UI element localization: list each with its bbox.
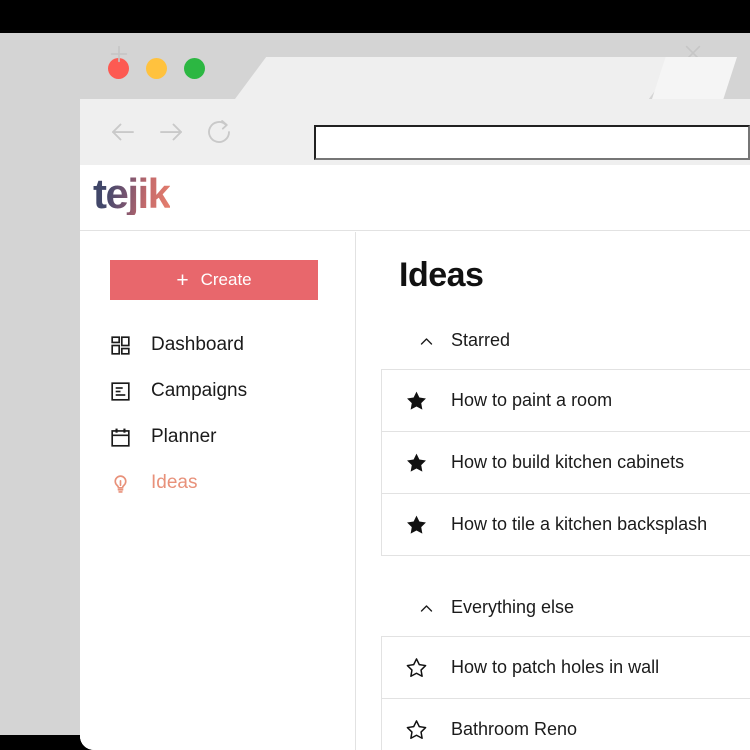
sidebar-item-label: Planner xyxy=(151,426,217,447)
list-item-title: Bathroom Reno xyxy=(451,719,578,739)
chevron-up-icon xyxy=(419,600,434,615)
sidebar-item-label: Campaigns xyxy=(151,380,248,401)
main-content: Ideas Starred How to paint a room How to… xyxy=(357,232,750,750)
list-item-title: How to patch holes in wall xyxy=(451,657,660,677)
grid-icon xyxy=(110,335,131,356)
navigation-buttons xyxy=(108,117,234,147)
sidebar-item-label: Ideas xyxy=(151,472,198,493)
list-item-title: How to build kitchen cabinets xyxy=(451,452,685,472)
sidebar-item-ideas[interactable]: Ideas xyxy=(110,460,340,506)
list-item[interactable]: How to tile a kitchen backsplash xyxy=(382,494,750,556)
sidebar-item-dashboard[interactable]: Dashboard xyxy=(110,322,340,368)
create-button[interactable]: + Create xyxy=(110,260,318,300)
star-filled-icon[interactable] xyxy=(406,452,427,473)
chevron-up-icon xyxy=(419,333,434,348)
calendar-icon xyxy=(110,427,131,448)
create-button-label: Create xyxy=(200,270,252,289)
star-filled-icon[interactable] xyxy=(406,514,427,535)
maximize-window-button[interactable] xyxy=(184,58,205,79)
list-item-title: How to tile a kitchen backsplash xyxy=(451,514,708,534)
browser-tab-strip xyxy=(80,33,750,99)
screenshot-stage: tejik + Create Dashboard Campaigns Plann… xyxy=(0,0,750,750)
plus-icon: + xyxy=(176,268,189,292)
article-icon xyxy=(110,381,131,402)
section-everything-else: Everything else How to patch holes in wa… xyxy=(357,587,750,750)
section-label: Everything else xyxy=(451,596,575,617)
star-outline-icon[interactable] xyxy=(406,657,427,678)
sidebar-nav: Dashboard Campaigns Planner Ideas xyxy=(110,322,340,506)
arrow-right-icon[interactable] xyxy=(156,117,186,147)
app-logo[interactable]: tejik xyxy=(93,173,171,215)
browser-tab[interactable] xyxy=(235,57,680,99)
web-app: tejik + Create Dashboard Campaigns Plann… xyxy=(80,165,750,750)
list-item[interactable]: Bathroom Reno xyxy=(382,699,750,750)
lightbulb-icon xyxy=(110,473,131,494)
sidebar-item-campaigns[interactable]: Campaigns xyxy=(110,368,340,414)
browser-window: tejik + Create Dashboard Campaigns Plann… xyxy=(80,33,750,750)
section-starred: Starred How to paint a room How to build… xyxy=(357,320,750,556)
arrow-left-icon[interactable] xyxy=(108,117,138,147)
list-item[interactable]: How to build kitchen cabinets xyxy=(382,432,750,494)
sidebar-item-label: Dashboard xyxy=(151,334,244,355)
idea-list: How to paint a room How to build kitchen… xyxy=(381,369,750,556)
minimize-window-button[interactable] xyxy=(146,58,167,79)
list-item[interactable]: How to patch holes in wall xyxy=(382,637,750,699)
section-header[interactable]: Starred xyxy=(357,320,750,360)
list-item[interactable]: How to paint a room xyxy=(382,370,750,432)
page-title: Ideas xyxy=(399,256,484,294)
sidebar: + Create Dashboard Campaigns Planner Ide… xyxy=(80,232,356,750)
browser-toolbar xyxy=(80,99,750,165)
reload-icon[interactable] xyxy=(204,117,234,147)
section-header[interactable]: Everything else xyxy=(357,587,750,627)
list-item-title: How to paint a room xyxy=(451,390,613,410)
star-filled-icon[interactable] xyxy=(406,390,427,411)
star-outline-icon[interactable] xyxy=(406,719,427,740)
idea-list: How to patch holes in wall Bathroom Reno xyxy=(381,636,750,750)
url-input[interactable] xyxy=(314,125,750,160)
section-label: Starred xyxy=(451,329,511,350)
app-header: tejik xyxy=(80,165,750,231)
plus-icon xyxy=(108,43,130,65)
new-tab-button[interactable] xyxy=(652,57,737,99)
sidebar-item-planner[interactable]: Planner xyxy=(110,414,340,460)
